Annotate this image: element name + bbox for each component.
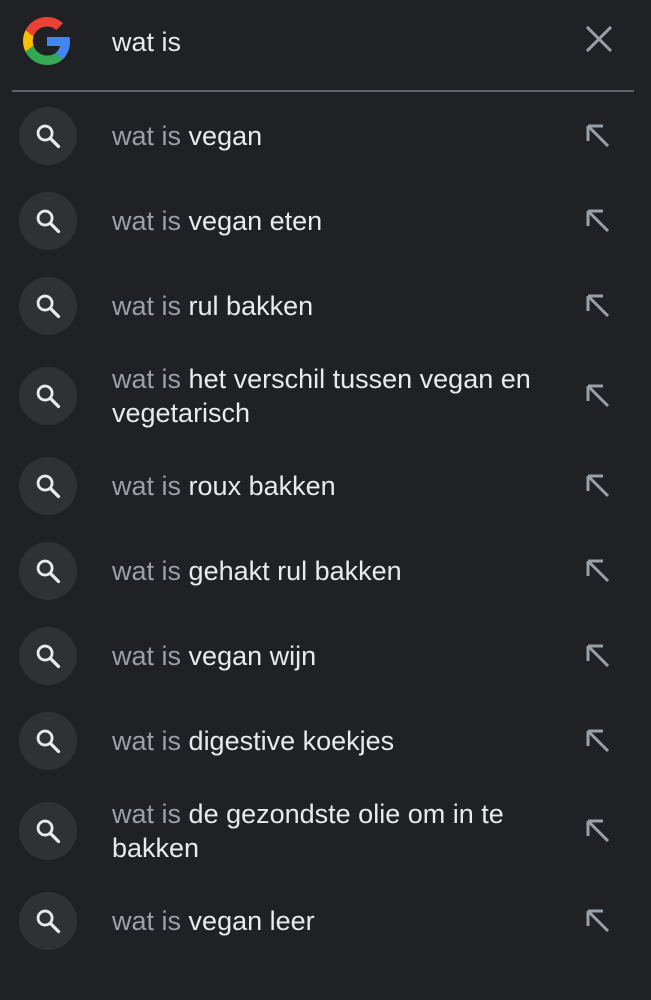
clear-button[interactable] (578, 18, 620, 60)
suggestion-completion: roux bakken (188, 470, 336, 501)
suggestion-text: wat is vegan leer (112, 904, 542, 938)
suggestion-prefix: wat is (112, 798, 182, 829)
suggestion-item[interactable]: wat is rul bakken (0, 263, 651, 348)
suggestion-item[interactable]: wat is vegan wijn (0, 613, 651, 698)
fill-query-button[interactable] (580, 203, 616, 239)
search-icon (36, 819, 61, 843)
google-logo-icon (23, 17, 70, 65)
arrow-up-left-icon (586, 644, 610, 667)
search-icon (36, 559, 61, 583)
search-icon-circle (19, 891, 77, 950)
fill-query-button[interactable] (580, 903, 616, 939)
suggestion-prefix: wat is (112, 555, 182, 586)
suggestion-item[interactable]: wat is vegan (0, 93, 651, 178)
search-icon-circle (19, 456, 77, 515)
suggestion-prefix: wat is (112, 905, 182, 936)
search-icon-circle (19, 626, 77, 685)
search-icon-circle (19, 276, 77, 335)
search-icon (36, 909, 61, 933)
search-icon (36, 384, 61, 408)
suggestion-text: wat is vegan wijn (112, 639, 542, 673)
fill-query-button[interactable] (580, 813, 616, 849)
search-icon-circle (19, 541, 77, 600)
fill-query-button[interactable] (580, 118, 616, 154)
arrow-up-left-icon (586, 384, 610, 407)
arrow-up-left-icon (586, 294, 610, 317)
suggestion-completion: digestive koekjes (188, 725, 395, 756)
search-icon (36, 294, 61, 318)
suggestion-prefix: wat is (112, 290, 182, 321)
suggestion-prefix: wat is (112, 205, 182, 236)
suggestion-completion: vegan leer (188, 905, 315, 936)
search-icon-circle (19, 366, 77, 425)
fill-query-button[interactable] (580, 288, 616, 324)
arrow-up-left-icon (586, 209, 610, 232)
arrow-up-left-icon (586, 729, 610, 752)
fill-query-button[interactable] (580, 723, 616, 759)
suggestion-item[interactable]: wat is gehakt rul bakken (0, 528, 651, 613)
arrow-up-left-icon (586, 909, 610, 932)
suggestion-list: wat is vegan wat is vegan eten wat is ru… (0, 93, 651, 963)
search-icon-circle (19, 191, 77, 250)
suggestion-prefix: wat is (112, 470, 182, 501)
suggestion-item[interactable]: wat is het verschil tussen vegan en vege… (0, 348, 651, 443)
suggestion-text: wat is het verschil tussen vegan en vege… (112, 362, 542, 430)
suggestion-prefix: wat is (112, 640, 182, 671)
suggestion-item[interactable]: wat is vegan leer (0, 878, 651, 963)
suggestion-completion: vegan (188, 120, 263, 151)
search-input[interactable] (112, 20, 552, 64)
fill-query-button[interactable] (580, 638, 616, 674)
search-icon (36, 474, 61, 498)
suggestion-item[interactable]: wat is roux bakken (0, 443, 651, 528)
suggestion-prefix: wat is (112, 725, 182, 756)
suggestion-prefix: wat is (112, 363, 182, 394)
arrow-up-left-icon (586, 819, 610, 842)
fill-query-button[interactable] (580, 468, 616, 504)
divider (12, 90, 634, 92)
suggestion-item[interactable]: wat is de gezondste olie om in te bakken (0, 783, 651, 878)
suggestion-text: wat is rul bakken (112, 289, 542, 323)
suggestion-completion: vegan eten (188, 205, 323, 236)
suggestion-item[interactable]: wat is digestive koekjes (0, 698, 651, 783)
suggestion-completion: rul bakken (188, 290, 314, 321)
arrow-up-left-icon (586, 559, 610, 582)
fill-query-button[interactable] (580, 378, 616, 414)
suggestion-prefix: wat is (112, 120, 182, 151)
fill-query-button[interactable] (580, 553, 616, 589)
suggestion-text: wat is de gezondste olie om in te bakken (112, 797, 542, 865)
search-bar (0, 0, 651, 90)
suggestion-text: wat is vegan (112, 119, 542, 153)
close-icon (585, 25, 613, 53)
suggestion-completion: gehakt rul bakken (188, 555, 402, 586)
arrow-up-left-icon (586, 124, 610, 147)
suggestion-text: wat is digestive koekjes (112, 724, 542, 758)
suggestion-item[interactable]: wat is vegan eten (0, 178, 651, 263)
search-icon (36, 644, 61, 668)
suggestion-text: wat is vegan eten (112, 204, 542, 238)
search-icon (36, 729, 61, 753)
suggestion-text: wat is roux bakken (112, 469, 542, 503)
search-icon-circle (19, 801, 77, 860)
search-icon-circle (19, 711, 77, 770)
suggestion-completion: vegan wijn (188, 640, 317, 671)
suggestion-text: wat is gehakt rul bakken (112, 554, 542, 588)
search-icon (36, 209, 61, 233)
arrow-up-left-icon (586, 474, 610, 497)
search-icon (36, 124, 61, 148)
search-icon-circle (19, 106, 77, 165)
